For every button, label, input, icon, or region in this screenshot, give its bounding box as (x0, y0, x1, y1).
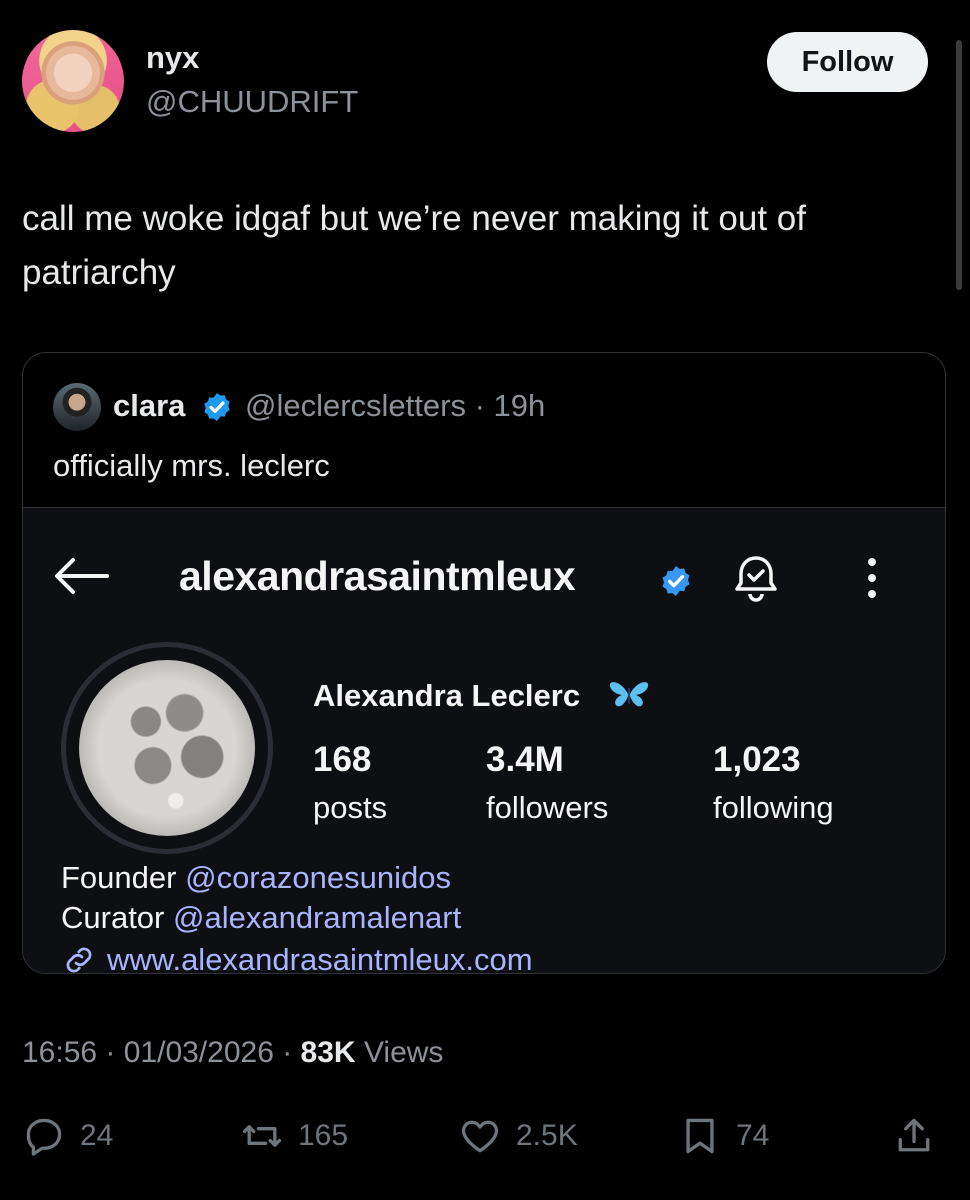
bookmark-icon (686, 1118, 714, 1154)
reply-count: 24 (80, 1119, 114, 1152)
posts-count: 168 (313, 740, 372, 779)
repost-icon (242, 1125, 282, 1147)
profile-username: alexandrasaintmleux (179, 553, 576, 599)
quoted-author-handle-time[interactable]: @leclercsletters · 19h (245, 388, 545, 424)
bio-prefix: Curator (61, 900, 165, 935)
followers-count: 3.4M (486, 740, 564, 779)
author-avatar[interactable] (22, 30, 124, 132)
views-label: Views (363, 1036, 444, 1069)
bookmark-count: 74 (736, 1119, 770, 1152)
tweet-actions-bar: 24 165 2.5K 74 (0, 1100, 970, 1170)
bio-line-curator: Curator @alexandramalenart (61, 900, 461, 936)
quoted-author-name[interactable]: clara (113, 388, 185, 424)
followers-label: followers (486, 790, 609, 825)
embedded-profile-screenshot[interactable]: alexandrasaintmleux Alexandra Leclerc 16… (23, 507, 945, 974)
heart-icon (461, 1120, 499, 1153)
tweet-meta: 16:56 · 01/03/2026 · 83K Views (22, 1036, 443, 1070)
verified-badge-icon (204, 393, 230, 421)
verified-badge-icon (662, 566, 690, 596)
butterfly-emoji-icon (609, 682, 649, 707)
following-label: following (713, 790, 834, 825)
notification-bell-icon (735, 556, 777, 602)
share-button[interactable] (892, 1114, 936, 1158)
like-count: 2.5K (516, 1119, 578, 1152)
bio-link-row: www.alexandrasaintmleux.com (61, 942, 533, 974)
tweet-text: call me woke idgaf but we’re never makin… (22, 199, 806, 292)
profile-full-name: Alexandra Leclerc (313, 678, 581, 713)
repost-button[interactable]: 165 (240, 1114, 348, 1158)
bookmark-button[interactable]: 74 (678, 1114, 769, 1158)
bio-mention-corazonesunidos: @corazonesunidos (185, 860, 451, 895)
author-name[interactable]: nyx (146, 40, 199, 76)
repost-count: 165 (298, 1119, 349, 1152)
reply-icon (26, 1118, 62, 1156)
like-button[interactable]: 2.5K (458, 1114, 578, 1158)
tweet-timestamp: 16:56 · 01/03/2026 · (22, 1036, 301, 1069)
author-handle[interactable]: @CHUUDRIFT (146, 84, 358, 120)
link-icon (66, 947, 92, 973)
quoted-author-avatar[interactable] (53, 383, 101, 431)
bio-prefix: Founder (61, 860, 177, 895)
posts-label: posts (313, 790, 388, 825)
bio-mention-alexandramalenart: @alexandramalenart (173, 900, 462, 935)
quoted-tweet-text: officially mrs. leclerc (53, 448, 330, 483)
views-count: 83K (300, 1036, 356, 1069)
share-icon (898, 1118, 930, 1152)
follow-button[interactable]: Follow (767, 32, 928, 92)
bio-website-link: www.alexandrasaintmleux.com (107, 942, 533, 974)
following-count: 1,023 (713, 740, 801, 779)
reply-button[interactable]: 24 (22, 1114, 113, 1158)
more-options-icon (868, 558, 876, 598)
scrollbar[interactable] (956, 40, 962, 290)
bio-line-founder: Founder @corazonesunidos (61, 860, 451, 896)
quoted-tweet-card[interactable]: clara @leclercsletters · 19h officially … (22, 352, 946, 974)
back-arrow-icon (55, 558, 109, 594)
profile-picture-moon (79, 660, 255, 836)
